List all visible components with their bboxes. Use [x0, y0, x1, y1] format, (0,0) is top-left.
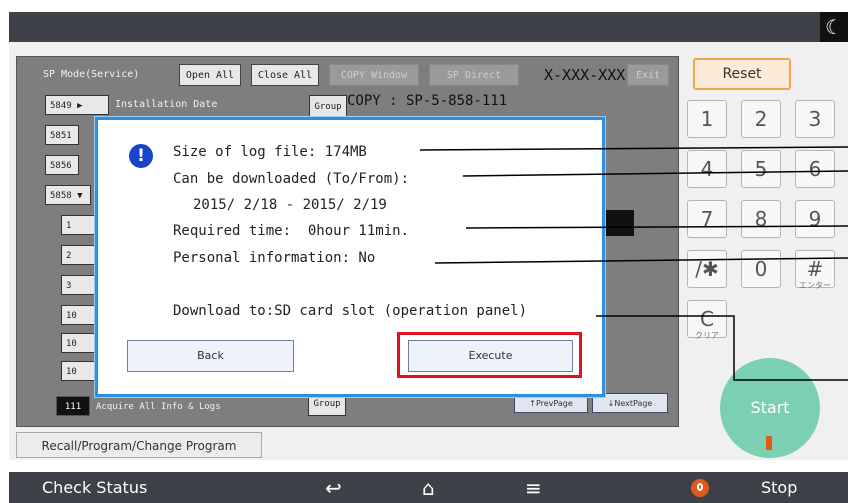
- callout-line-download-to: [596, 315, 848, 381]
- callout-line-personal: [434, 257, 848, 264]
- home-icon[interactable]: ⌂: [422, 475, 435, 501]
- stop-button[interactable]: Stop: [761, 472, 797, 503]
- bottom-bar: Check Status ↩ ⌂ ≡ Stop: [9, 472, 848, 503]
- menu-icon[interactable]: ≡: [525, 475, 542, 501]
- back-arrow-icon[interactable]: ↩: [325, 475, 342, 501]
- callout-line-can-download: [462, 170, 848, 177]
- check-status-button[interactable]: Check Status: [42, 472, 147, 503]
- callout-lines: [419, 146, 848, 381]
- callout-line-size: [419, 146, 848, 151]
- callout-line-required-time: [465, 225, 848, 229]
- stop-icon: [691, 479, 709, 497]
